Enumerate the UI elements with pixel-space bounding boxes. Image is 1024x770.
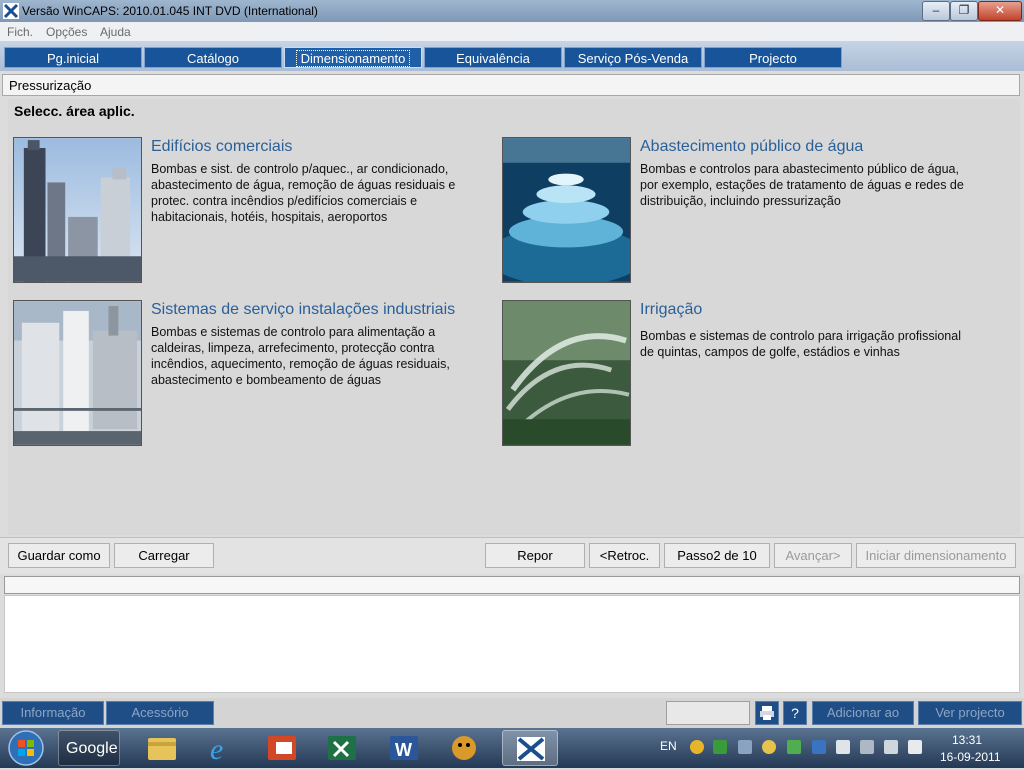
load-button[interactable]: Carregar: [114, 543, 214, 568]
industrial-systems-image[interactable]: [13, 300, 142, 446]
status-bar: Informação Acessório ? Adicionar ao Ver …: [0, 698, 1024, 728]
tray-icon-4[interactable]: [762, 740, 776, 754]
os-taskbar: Google e W EN 13:31 16-09-2011: [0, 728, 1024, 768]
volume-icon[interactable]: [884, 740, 898, 754]
card-title-public-water-supply[interactable]: Abastecimento público de água: [640, 138, 863, 156]
card-title-industrial-systems[interactable]: Sistemas de serviço instalações industri…: [151, 301, 455, 319]
help-icon[interactable]: ?: [783, 701, 807, 725]
card-title-commercial-buildings[interactable]: Edifícios comerciais: [151, 138, 292, 156]
step-indicator: Passo2 de 10: [664, 543, 770, 568]
card-desc-public-water-supply: Bombas e controlos para abastecimento pú…: [640, 162, 964, 208]
internet-explorer-taskbar-icon[interactable]: e: [194, 730, 250, 766]
bluetooth-icon[interactable]: [738, 740, 752, 754]
explorer-taskbar-icon[interactable]: [134, 730, 190, 766]
network-icon[interactable]: [860, 740, 874, 754]
public-water-supply-image[interactable]: [502, 137, 631, 283]
tab-pg-inicial[interactable]: Pg.inicial: [4, 47, 142, 68]
irrigation-image[interactable]: [502, 300, 631, 446]
add-to-button[interactable]: Adicionar ao: [812, 701, 914, 725]
application-area-panel: Selecc. área aplic. Edifícios comerciais…: [8, 99, 1020, 535]
menu-item-ajuda[interactable]: Ajuda: [100, 25, 131, 39]
information-button[interactable]: Informação: [2, 701, 104, 725]
information-panel: [4, 595, 1020, 693]
tray-icon-6[interactable]: [812, 740, 826, 754]
next-button[interactable]: Avançar>: [774, 543, 852, 568]
reset-button[interactable]: Repor: [485, 543, 585, 568]
menu-bar: Fich. Opções Ajuda: [0, 22, 1024, 41]
start-sizing-button[interactable]: Iniciar dimensionamento: [856, 543, 1016, 568]
tab-catalogo[interactable]: Catálogo: [144, 47, 282, 68]
tray-icon-1[interactable]: [690, 740, 704, 754]
section-heading: Selecc. área aplic.: [14, 103, 135, 119]
menu-item-opcoes[interactable]: Opções: [46, 25, 87, 39]
minimize-button[interactable]: –: [922, 1, 950, 21]
accessories-button[interactable]: Acessório: [106, 701, 214, 725]
wizard-toolbar: Guardar como Carregar Repor <Retroc. Pas…: [0, 537, 1024, 574]
tab-dimensionamento[interactable]: Dimensionamento: [284, 47, 422, 68]
close-button[interactable]: ✕: [978, 1, 1022, 21]
card-desc-commercial-buildings: Bombas e sist. de controlo p/aquec., ar …: [151, 162, 456, 224]
window-title-bar[interactable]: Versão WinCAPS: 2010.01.045 INT DVD (Int…: [0, 0, 1024, 22]
window-title: Versão WinCAPS: 2010.01.045 INT DVD (Int…: [22, 4, 318, 18]
maximize-button[interactable]: ❐: [950, 1, 978, 21]
main-nav: Pg.inicial Catálogo Dimensionamento Equi…: [0, 41, 1024, 71]
word-taskbar-icon[interactable]: W: [376, 730, 432, 766]
card-title-irrigation[interactable]: Irrigação: [640, 301, 702, 319]
excel-taskbar-icon[interactable]: [314, 730, 370, 766]
wincaps-app-icon: [3, 3, 19, 19]
language-indicator[interactable]: EN: [660, 739, 677, 753]
wincaps-taskbar-icon[interactable]: [502, 730, 558, 766]
tab-servico-pos-venda[interactable]: Serviço Pós-Venda: [564, 47, 702, 68]
menu-item-fich[interactable]: Fich.: [7, 25, 33, 39]
action-center-flag-icon[interactable]: [908, 740, 922, 754]
info-header-strip: [4, 576, 1020, 594]
back-button[interactable]: <Retroc.: [589, 543, 660, 568]
view-project-button[interactable]: Ver projecto: [918, 701, 1022, 725]
messenger-taskbar-icon[interactable]: [436, 730, 492, 766]
svg-text:W: W: [395, 740, 412, 760]
tab-projecto[interactable]: Projecto: [704, 47, 842, 68]
google-taskbar-button[interactable]: Google: [58, 730, 120, 766]
tray-icon-2[interactable]: [713, 740, 727, 754]
start-button-icon[interactable]: [6, 730, 46, 766]
tray-icon-5[interactable]: [787, 740, 801, 754]
tray-icon-7[interactable]: [836, 740, 850, 754]
card-desc-industrial-systems: Bombas e sistemas de controlo para alime…: [151, 325, 450, 387]
breadcrumb-label: Pressurização: [9, 78, 92, 93]
save-as-button[interactable]: Guardar como: [8, 543, 110, 568]
clock-time[interactable]: 13:31: [952, 733, 982, 747]
tab-equivalencia[interactable]: Equivalência: [424, 47, 562, 68]
svg-text:e: e: [210, 733, 223, 766]
clock-date[interactable]: 16-09-2011: [940, 750, 1001, 764]
status-field: [666, 701, 750, 725]
print-icon[interactable]: [755, 701, 779, 725]
powerpoint-taskbar-icon[interactable]: [254, 730, 310, 766]
breadcrumb: Pressurização: [2, 74, 1020, 96]
card-desc-irrigation: Bombas e sistemas de controlo para irrig…: [640, 329, 961, 359]
commercial-buildings-image[interactable]: [13, 137, 142, 283]
